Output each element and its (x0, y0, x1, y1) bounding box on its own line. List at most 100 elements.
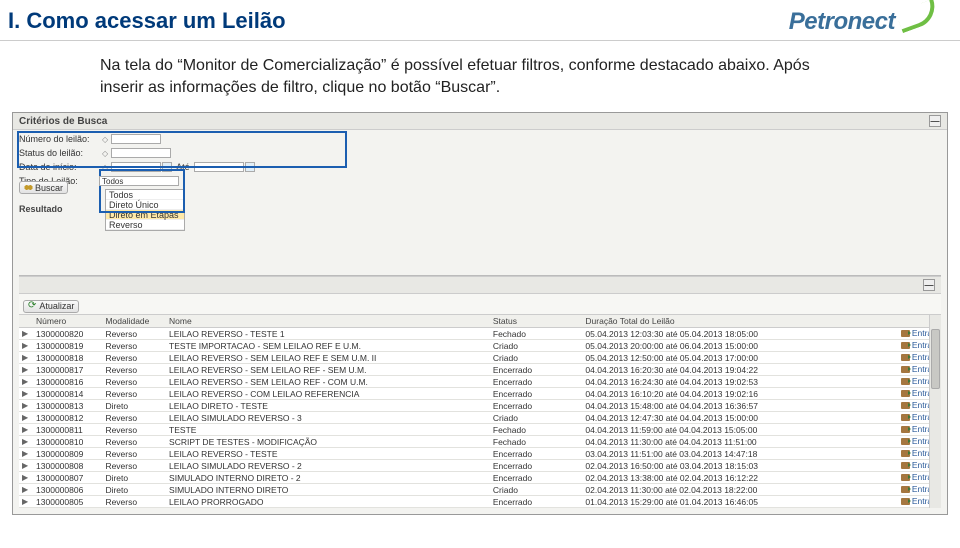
tipo-option[interactable]: Direto Único (106, 200, 184, 210)
cell-nome: SIMULADO INTERNO DIRETO (166, 484, 490, 496)
expand-icon[interactable]: ▶ (19, 496, 33, 508)
brand-logo: Petronect (789, 8, 944, 36)
table-row[interactable]: ▶1300000820ReversoLEILAO REVERSO - TESTE… (19, 328, 941, 340)
col-duracao[interactable]: Duração Total do Leilão (582, 315, 871, 328)
expand-icon[interactable]: ▶ (19, 448, 33, 460)
expand-icon[interactable]: ▶ (19, 388, 33, 400)
expand-icon[interactable]: ▶ (19, 484, 33, 496)
entrar-icon (901, 402, 910, 409)
table-row[interactable]: ▶1300000810ReversoSCRIPT DE TESTES - MOD… (19, 436, 941, 448)
cell-numero: 1300000819 (33, 340, 102, 352)
col-nome[interactable]: Nome (166, 315, 490, 328)
filter-area: Número do leilão: ◇ Status do leilão: ◇ … (13, 130, 947, 514)
cell-duracao: 05.04.2013 20:00:00 até 06.04.2013 15:00… (582, 340, 871, 352)
scrollbar-thumb[interactable] (931, 329, 940, 389)
table-row[interactable]: ▶1300000808ReversoLEILAO SIMULADO REVERS… (19, 460, 941, 472)
numero-leilao-input[interactable] (111, 134, 161, 144)
selector-icon[interactable]: ◇ (102, 163, 108, 172)
expand-icon[interactable]: ▶ (19, 412, 33, 424)
cell-nome: SIMULADO INTERNO DIRETO - 2 (166, 472, 490, 484)
selector-icon[interactable]: ◇ (102, 149, 108, 158)
tipo-leilao-options[interactable]: TodosDireto ÚnicoDireto em EtapasReverso (105, 189, 185, 231)
tipo-option[interactable]: Direto em Etapas (106, 210, 184, 220)
minimize-icon[interactable]: — (929, 115, 941, 127)
table-row[interactable]: ▶1300000806DiretoSIMULADO INTERNO DIRETO… (19, 484, 941, 496)
cell-nome: LEILAO REVERSO - SEM LEILAO REF E SEM U.… (166, 352, 490, 364)
cell-status: Encerrado (490, 400, 583, 412)
table-row[interactable]: ▶1300000814ReversoLEILAO REVERSO - COM L… (19, 388, 941, 400)
table-row[interactable]: ▶1300000816ReversoLEILAO REVERSO - SEM L… (19, 376, 941, 388)
cell-nome: LEILAO REVERSO - SEM LEILAO REF - COM U.… (166, 376, 490, 388)
cell-nome: LEILAO SIMULADO REVERSO - 3 (166, 412, 490, 424)
expand-icon[interactable]: ▶ (19, 424, 33, 436)
table-row[interactable]: ▶1300000819ReversoTESTE IMPORTACAO - SEM… (19, 340, 941, 352)
expand-icon[interactable]: ▶ (19, 364, 33, 376)
cell-duracao: 03.04.2013 11:51:00 até 03.04.2013 14:47… (582, 448, 871, 460)
col-numero[interactable]: Número (33, 315, 102, 328)
calendar-icon[interactable] (245, 162, 255, 172)
cell-modalidade: Direto (102, 400, 166, 412)
expand-icon[interactable]: ▶ (19, 340, 33, 352)
table-row[interactable]: ▶1300000813DiretoLEILAO DIRETO - TESTEEn… (19, 400, 941, 412)
cell-status: Encerrado (490, 364, 583, 376)
numero-leilao-label: Número do leilão: (19, 134, 99, 144)
expand-icon[interactable]: ▶ (19, 352, 33, 364)
cell-modalidade: Reverso (102, 388, 166, 400)
table-row[interactable]: ▶1300000812ReversoLEILAO SIMULADO REVERS… (19, 412, 941, 424)
table-row[interactable]: ▶1300000818ReversoLEILAO REVERSO - SEM L… (19, 352, 941, 364)
cell-numero: 1300000806 (33, 484, 102, 496)
instruction-paragraph: Na tela do “Monitor de Comercialização” … (100, 55, 820, 98)
cell-duracao: 02.04.2013 11:30:00 até 02.04.2013 18:22… (582, 484, 871, 496)
cell-duracao: 04.04.2013 12:47:30 até 04.04.2013 15:00… (582, 412, 871, 424)
buscar-button[interactable]: Buscar (19, 181, 68, 194)
cell-modalidade: Reverso (102, 376, 166, 388)
cell-nome: TESTE IMPORTACAO - SEM LEILAO REF E U.M. (166, 340, 490, 352)
entrar-icon (901, 414, 910, 421)
cell-duracao: 01.04.2013 15:29:00 até 01.04.2013 16:46… (582, 496, 871, 508)
binoculars-icon (24, 183, 33, 192)
expand-icon[interactable]: ▶ (19, 436, 33, 448)
table-row[interactable]: ▶1300000807DiretoSIMULADO INTERNO DIRETO… (19, 472, 941, 484)
data-inicio-from[interactable] (111, 162, 161, 172)
expand-icon[interactable]: ▶ (19, 400, 33, 412)
table-header-row: Número Modalidade Nome Status Duração To… (19, 315, 941, 328)
table-row[interactable]: ▶1300000817ReversoLEILAO REVERSO - SEM L… (19, 364, 941, 376)
atualizar-button[interactable]: ⟳ Atualizar (23, 300, 79, 313)
entrar-icon (901, 438, 910, 445)
resultado-label: Resultado (19, 204, 63, 214)
cell-numero: 1300000813 (33, 400, 102, 412)
selector-icon[interactable]: ◇ (102, 135, 108, 144)
cell-nome: LEILAO REVERSO - COM LEILAO REFERENCIA (166, 388, 490, 400)
tipo-option[interactable]: Todos (106, 190, 184, 200)
table-row[interactable]: ▶1300000805ReversoLEILAO PRORROGADOEncer… (19, 496, 941, 508)
cell-duracao: 02.04.2013 13:38:00 até 02.04.2013 16:12… (582, 472, 871, 484)
table-row[interactable]: ▶1300000811ReversoTESTEFechado04.04.2013… (19, 424, 941, 436)
status-leilao-select[interactable] (111, 148, 171, 158)
expand-icon[interactable]: ▶ (19, 472, 33, 484)
vertical-scrollbar[interactable] (929, 315, 941, 508)
col-status[interactable]: Status (490, 315, 583, 328)
calendar-icon[interactable] (162, 162, 172, 172)
cell-status: Criado (490, 352, 583, 364)
minimize-icon[interactable]: — (923, 279, 935, 291)
expand-icon[interactable]: ▶ (19, 376, 33, 388)
cell-modalidade: Direto (102, 484, 166, 496)
cell-numero: 1300000812 (33, 412, 102, 424)
tipo-leilao-select[interactable]: Todos (99, 176, 179, 186)
data-inicio-to[interactable] (194, 162, 244, 172)
cell-modalidade: Reverso (102, 328, 166, 340)
entrar-icon (901, 450, 910, 457)
results-table: Número Modalidade Nome Status Duração To… (19, 315, 941, 508)
col-modalidade[interactable]: Modalidade (102, 315, 166, 328)
expand-icon[interactable]: ▶ (19, 328, 33, 340)
cell-numero: 1300000807 (33, 472, 102, 484)
cell-status: Encerrado (490, 472, 583, 484)
cell-status: Criado (490, 484, 583, 496)
panel-header: Critérios de Busca — (13, 113, 947, 130)
table-row[interactable]: ▶1300000809ReversoLEILAO REVERSO - TESTE… (19, 448, 941, 460)
tipo-option[interactable]: Reverso (106, 220, 184, 230)
buscar-label: Buscar (35, 183, 63, 193)
swoosh-icon (898, 9, 944, 35)
expand-icon[interactable]: ▶ (19, 460, 33, 472)
cell-nome: SCRIPT DE TESTES - MODIFICAÇÃO (166, 436, 490, 448)
